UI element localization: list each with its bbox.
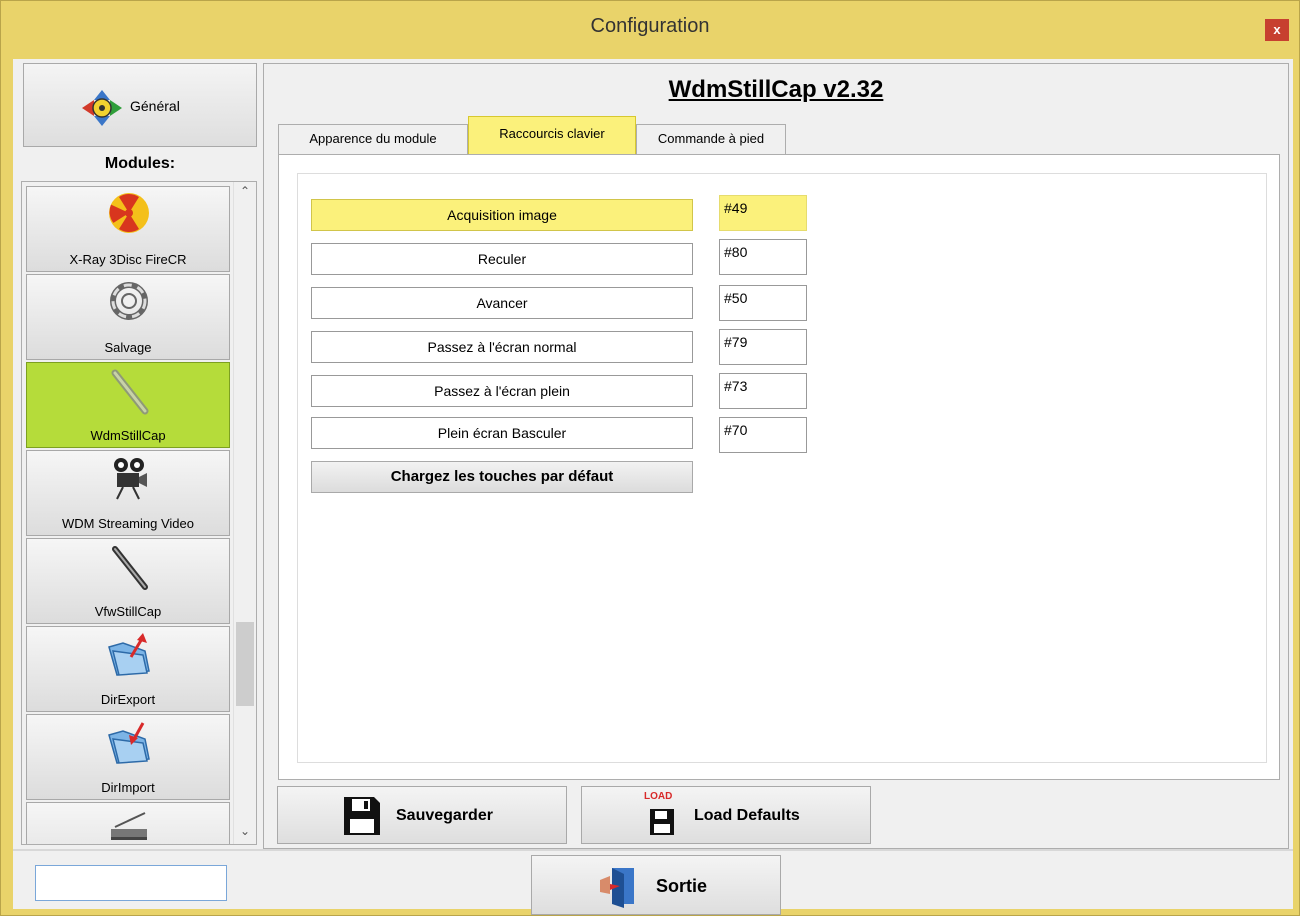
status-field[interactable] bbox=[35, 865, 227, 901]
shortcut-button-reculer[interactable]: Reculer bbox=[311, 243, 693, 275]
general-settings-icon bbox=[82, 90, 122, 126]
scroll-thumb[interactable] bbox=[236, 622, 254, 706]
exit-label: Sortie bbox=[656, 876, 708, 896]
module-scanner[interactable] bbox=[26, 802, 230, 844]
scroll-down-icon[interactable]: ⌄ bbox=[234, 824, 256, 842]
module-xray-3disc-firecr[interactable]: X-Ray 3Disc FireCR bbox=[26, 186, 230, 272]
module-label: X-Ray 3Disc FireCR bbox=[69, 252, 187, 267]
shortcut-key-field[interactable]: #70 bbox=[719, 417, 807, 453]
intraoral-camera-icon bbox=[111, 369, 149, 415]
shortcut-key-field[interactable]: #50 bbox=[719, 285, 807, 321]
film-camera-icon bbox=[114, 458, 147, 500]
shortcut-key-field[interactable]: #80 bbox=[719, 239, 807, 275]
shortcut-button-plein-ecran-basculer[interactable]: Plein écran Basculer bbox=[311, 417, 693, 449]
tab-commande-a-pied[interactable]: Commande à pied bbox=[636, 124, 786, 154]
shortcut-key-field[interactable]: #73 bbox=[719, 373, 807, 409]
lifebuoy-icon bbox=[110, 282, 148, 320]
module-settings-panel: WdmStillCap v2.32 Apparence du module Ra… bbox=[263, 63, 1289, 849]
title-bar: Configuration x bbox=[1, 1, 1299, 57]
save-label: Sauvegarder bbox=[396, 807, 493, 824]
intraoral-camera-icon bbox=[112, 546, 148, 590]
shortcut-key-field[interactable]: #79 bbox=[719, 329, 807, 365]
folder-export-icon bbox=[108, 633, 150, 676]
scanner-icon bbox=[111, 812, 147, 840]
load-defaults-label: Load Defaults bbox=[694, 807, 800, 824]
shortcut-button-acquisition-image[interactable]: Acquisition image bbox=[311, 199, 693, 231]
footer-separator bbox=[13, 849, 1293, 851]
window-title: Configuration bbox=[590, 15, 710, 37]
floppy-disk-icon bbox=[344, 797, 380, 835]
module-list-scrollbar[interactable]: ⌃ ⌄ bbox=[233, 182, 256, 844]
shortcut-key-field[interactable]: #49 bbox=[719, 195, 807, 231]
module-wdm-streaming-video[interactable]: WDM Streaming Video bbox=[26, 450, 230, 536]
modules-heading: Modules: bbox=[104, 155, 176, 172]
tab-apparence-du-module[interactable]: Apparence du module bbox=[278, 124, 468, 154]
shortcut-button-ecran-normal[interactable]: Passez à l'écran normal bbox=[311, 331, 693, 363]
module-label: VfwStillCap bbox=[94, 604, 162, 619]
module-dirimport[interactable]: DirImport bbox=[26, 714, 230, 800]
radiation-icon bbox=[109, 193, 149, 233]
close-button[interactable]: x bbox=[1265, 19, 1289, 41]
configuration-window: Configuration x Général Modules: X-Ray 3… bbox=[0, 0, 1300, 916]
general-button[interactable]: Général bbox=[23, 63, 257, 147]
shortcut-button-ecran-plein[interactable]: Passez à l'écran plein bbox=[311, 375, 693, 407]
exit-door-icon bbox=[600, 868, 634, 908]
folder-import-icon bbox=[108, 722, 150, 764]
load-badge: LOAD bbox=[644, 791, 673, 802]
tab-raccourcis-clavier[interactable]: Raccourcis clavier bbox=[468, 116, 636, 154]
module-label: DirImport bbox=[101, 780, 155, 795]
shortcut-button-avancer[interactable]: Avancer bbox=[311, 287, 693, 319]
module-salvage[interactable]: Salvage bbox=[26, 274, 230, 360]
general-label: Général bbox=[130, 98, 180, 114]
module-wdmstillcap[interactable]: WdmStillCap bbox=[26, 362, 230, 448]
shortcuts-tab-page: Acquisition image #49 Reculer #80 Avance… bbox=[278, 154, 1280, 780]
client-area: Général Modules: X-Ray 3Disc FireCR Salv… bbox=[13, 59, 1293, 915]
load-defaults-button[interactable]: LOAD Load Defaults bbox=[581, 786, 871, 844]
module-direxport[interactable]: DirExport bbox=[26, 626, 230, 712]
module-label: WdmStillCap bbox=[90, 428, 166, 443]
module-vfwstillcap[interactable]: VfwStillCap bbox=[26, 538, 230, 624]
exit-button[interactable]: Sortie bbox=[531, 855, 781, 915]
module-label: Salvage bbox=[104, 340, 152, 355]
module-title: WdmStillCap v2.32 bbox=[668, 76, 884, 103]
module-list: X-Ray 3Disc FireCR Salvage WdmStillCap W… bbox=[21, 181, 257, 845]
module-label: DirExport bbox=[100, 692, 156, 707]
scroll-up-icon[interactable]: ⌃ bbox=[234, 184, 256, 202]
module-label: WDM Streaming Video bbox=[62, 516, 194, 531]
save-button[interactable]: Sauvegarder bbox=[277, 786, 567, 844]
load-default-keys-button[interactable]: Chargez les touches par défaut bbox=[311, 461, 693, 493]
